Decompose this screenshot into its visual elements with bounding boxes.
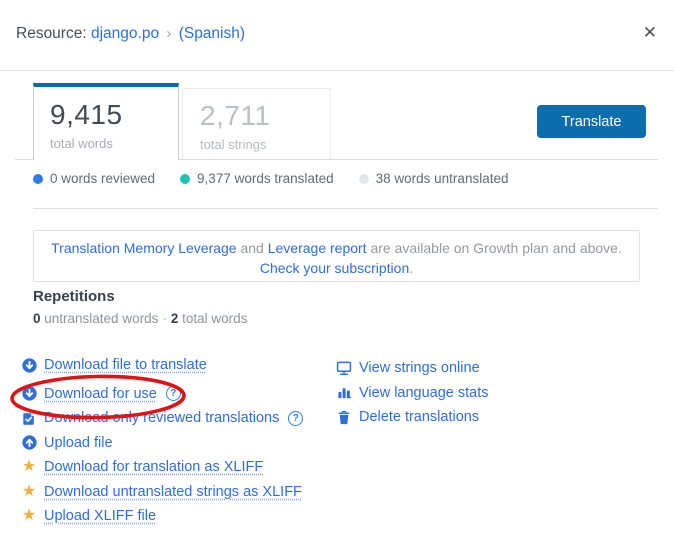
- repetitions-stats: 0 untranslated words·2 total words: [33, 311, 247, 326]
- document-check-icon: [21, 410, 37, 426]
- delete-translations-link[interactable]: Delete translations: [336, 405, 489, 430]
- close-icon[interactable]: ✕: [643, 24, 657, 41]
- legend-item-untranslated: 38 words untranslated: [359, 171, 509, 186]
- file-actions-list: Download file to translate Download for …: [21, 353, 303, 529]
- download-untranslated-xliff-link[interactable]: ★ Download untranslated strings as XLIFF: [21, 480, 303, 505]
- plan-notice-box: Translation Memory Leverage and Leverage…: [33, 230, 640, 282]
- download-reviewed-translations-link[interactable]: Download only reviewed translations ?: [21, 406, 303, 431]
- action-label: View strings online: [359, 360, 480, 376]
- chevron-right-icon: ›: [163, 25, 174, 42]
- legend-item-translated: 9,377 words translated: [180, 171, 334, 186]
- notice-text: .: [409, 260, 413, 276]
- check-subscription-link[interactable]: Check your subscription: [260, 260, 409, 276]
- tab-total-strings[interactable]: 2,711 total strings: [182, 88, 331, 159]
- stat-label: total words: [178, 311, 247, 326]
- stat-separator: ·: [158, 311, 171, 326]
- view-actions-list: View strings online View language stats …: [336, 356, 489, 430]
- language-link[interactable]: (Spanish): [179, 25, 245, 42]
- upload-circle-icon: [21, 435, 37, 451]
- untranslated-words-count: 0: [33, 311, 41, 326]
- notice-text: and: [237, 240, 268, 256]
- progress-legend: 0 words reviewed 9,377 words translated …: [33, 171, 508, 186]
- view-strings-online-link[interactable]: View strings online: [336, 356, 489, 381]
- star-icon: ★: [21, 508, 37, 524]
- action-label: Upload file: [44, 435, 113, 451]
- star-icon: ★: [21, 459, 37, 475]
- star-icon: ★: [21, 484, 37, 500]
- legend-label: 0 words reviewed: [50, 171, 155, 186]
- download-circle-icon: [21, 357, 37, 373]
- trash-icon: [336, 409, 352, 425]
- repetitions-heading: Repetitions: [33, 288, 115, 305]
- download-for-use-link[interactable]: Download for use ?: [21, 382, 303, 407]
- total-words-label: total words: [50, 136, 178, 151]
- total-words-value: 9,415: [50, 99, 178, 131]
- resource-details-modal: Resource: django.po › (Spanish) ✕ 9,415 …: [0, 0, 674, 536]
- modal-title: Resource: django.po › (Spanish): [16, 25, 245, 43]
- action-label: View language stats: [359, 385, 489, 401]
- upload-file-link[interactable]: Upload file: [21, 431, 303, 456]
- total-strings-value: 2,711: [200, 100, 330, 132]
- view-language-stats-link[interactable]: View language stats: [336, 381, 489, 406]
- tm-leverage-link[interactable]: Translation Memory Leverage: [51, 240, 236, 256]
- resource-name-link[interactable]: django.po: [91, 25, 159, 42]
- help-icon[interactable]: ?: [166, 386, 181, 401]
- action-label: Upload XLIFF file: [44, 508, 156, 524]
- download-file-to-translate-link[interactable]: Download file to translate: [21, 353, 303, 378]
- legend-label: 38 words untranslated: [376, 171, 509, 186]
- legend-label: 9,377 words translated: [197, 171, 334, 186]
- untranslated-dot-icon: [359, 174, 369, 184]
- download-translation-xliff-link[interactable]: ★ Download for translation as XLIFF: [21, 455, 303, 480]
- download-circle-icon: [21, 386, 37, 402]
- action-label: Delete translations: [359, 409, 479, 425]
- title-prefix: Resource:: [16, 25, 87, 42]
- legend-item-reviewed: 0 words reviewed: [33, 171, 155, 186]
- upload-xliff-link[interactable]: ★ Upload XLIFF file: [21, 504, 303, 529]
- stat-label: untranslated words: [41, 311, 159, 326]
- action-label: Download untranslated strings as XLIFF: [44, 484, 302, 500]
- action-label: Download only reviewed translations: [44, 410, 279, 426]
- notice-text: are available on Growth plan and above.: [367, 240, 622, 256]
- action-label: Download for translation as XLIFF: [44, 459, 263, 475]
- translated-dot-icon: [180, 174, 190, 184]
- help-icon[interactable]: ?: [288, 411, 303, 426]
- reviewed-dot-icon: [33, 174, 43, 184]
- translate-button[interactable]: Translate: [537, 105, 646, 138]
- monitor-icon: [336, 360, 352, 376]
- tab-total-words[interactable]: 9,415 total words: [33, 83, 179, 160]
- header-divider: [0, 70, 674, 71]
- action-label: Download for use: [44, 386, 157, 402]
- action-label: Download file to translate: [44, 357, 207, 373]
- total-strings-label: total strings: [200, 137, 330, 152]
- bar-chart-icon: [336, 385, 352, 401]
- section-divider: [33, 208, 658, 209]
- leverage-report-link[interactable]: Leverage report: [268, 240, 367, 256]
